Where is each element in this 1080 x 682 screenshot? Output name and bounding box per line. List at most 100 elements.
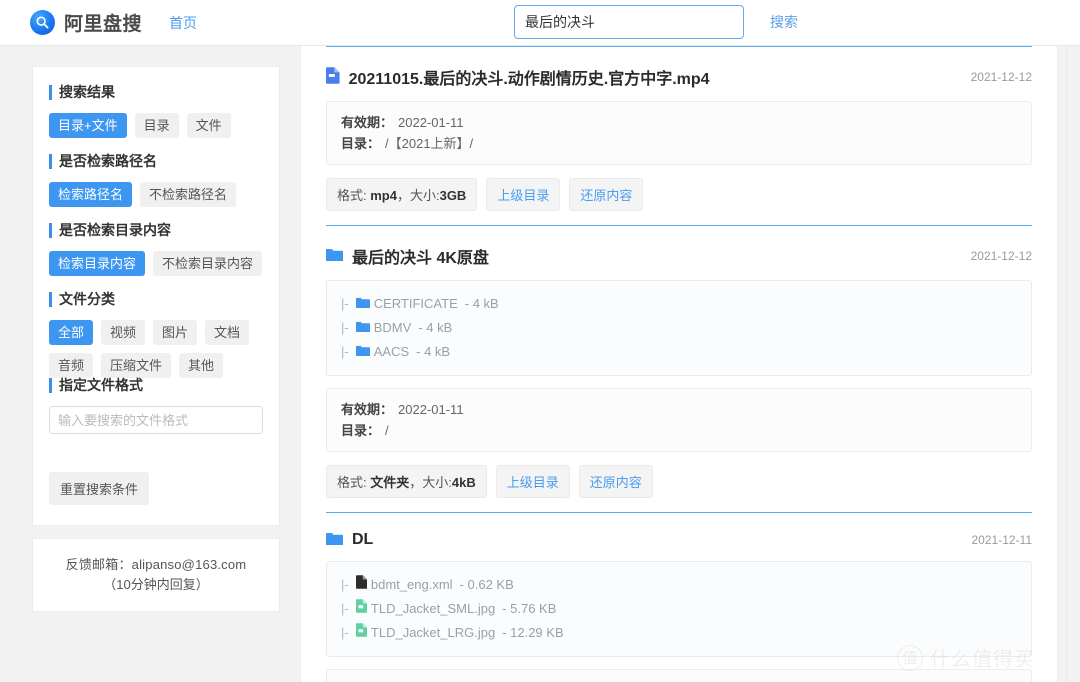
filter-chip[interactable]: 音频 [49, 353, 94, 378]
parent-directory-button[interactable]: 上级目录 [495, 465, 570, 498]
folder-icon [355, 316, 370, 340]
result-title[interactable]: 最后的决斗 4K原盘 [352, 244, 957, 268]
expiry-value: 2022-01-11 [398, 402, 464, 417]
tree-item-name: AACS [373, 344, 410, 359]
expiry-value: 2022-01-11 [398, 115, 464, 130]
tree-item-size: - 0.62 KB [459, 577, 514, 592]
result-header: 20211015.最后的决斗.动作剧情历史.官方中字.mp4 2021-12-12 [326, 65, 1032, 89]
brand-name: 阿里盘搜 [64, 14, 143, 35]
filter-chip[interactable]: 文档 [205, 320, 250, 345]
expiry-label: 有效期： [341, 402, 394, 417]
tree-item-size: - 12.29 KB [502, 625, 564, 640]
group-title: 搜索结果 [49, 85, 263, 100]
result-date: 2021-12-12 [970, 70, 1032, 84]
filter-chip-row: 目录+文件 目录 文件 [49, 113, 263, 138]
tree-item-name: TLD_Jacket_LRG.jpg [370, 625, 496, 640]
tree-item-size: - 5.76 KB [502, 601, 557, 616]
filter-sidebar: 搜索结果 目录+文件 目录 文件 是否检索路径名 检索路径名 不检索路径名 是否检索目录内容检… [32, 66, 280, 682]
filter-chip[interactable]: 检索路径名 [49, 182, 133, 207]
nav-home-link[interactable]: 首页 [169, 13, 197, 33]
jpg-file-icon [355, 597, 367, 621]
size-value: 3GB [439, 188, 467, 203]
feedback-card: 反馈邮箱：alipanso@163.com （10分钟内回复） [32, 538, 280, 612]
result-date: 2021-12-11 [971, 533, 1033, 547]
group-title: 文件分类 [49, 292, 263, 307]
filter-groups: 搜索结果 目录+文件 目录 文件 是否检索路径名 检索路径名 不检索路径名 是否检索目录内容检… [49, 85, 263, 378]
tree-branch-glyph: |- [341, 296, 349, 311]
brand: 阿里盘搜 首页 [30, 9, 197, 36]
restore-content-button[interactable]: 还原内容 [578, 465, 653, 498]
result-actions: 格式: mp4，大小:3GB 上级目录 还原内容 [326, 178, 1032, 211]
tree-item: |- TLD_Jacket_LRG.jpg - 12.29 KB [341, 621, 1017, 645]
filter-chip-row: 全部 视频 图片 文档音频 压缩文件 其他 [49, 320, 263, 378]
result-header: 最后的决斗 4K原盘 2021-12-12 [326, 244, 1032, 268]
filter-chip[interactable]: 压缩文件 [101, 353, 172, 378]
folder-icon [355, 292, 370, 316]
filter-chip[interactable]: 不检索目录内容 [153, 251, 263, 276]
filter-group: 是否检索目录内容检索目录内容 不检索目录内容 [49, 223, 263, 276]
tree-item: |- AACS - 4 kB [341, 340, 1017, 364]
format-value: 文件夹 [370, 475, 410, 490]
result-header: DL 2021-12-11 [326, 531, 1032, 549]
tree-item-size: - 4 kB [418, 320, 453, 335]
tree-item: |- TLD_Jacket_SML.jpg - 5.76 KB [341, 597, 1017, 621]
filter-chip[interactable]: 检索目录内容 [49, 251, 146, 276]
expiry-label: 有效期： [341, 115, 394, 130]
jpg-file-icon [355, 621, 367, 645]
path-line: 目录： /【2021上新】/ [341, 133, 1017, 154]
path-label: 目录： [341, 136, 381, 151]
tree-branch-glyph: |- [341, 320, 349, 335]
tree-branch-glyph: |- [341, 577, 349, 592]
filter-chip[interactable]: 其他 [179, 353, 224, 378]
app-header: 阿里盘搜 首页 搜索 [0, 0, 1080, 46]
tree-item: |- bdmt_eng.xml - 0.62 KB [341, 573, 1017, 597]
filter-card: 搜索结果 目录+文件 目录 文件 是否检索路径名 检索路径名 不检索路径名 是否检索目录内容检… [32, 66, 280, 526]
tree-item-name: BDMV [373, 320, 412, 335]
expiry-line: 有效期： 2022-01-11 [341, 399, 1017, 420]
feedback-email: 反馈邮箱：alipanso@163.com [65, 557, 247, 572]
filter-chip[interactable]: 文件 [186, 113, 231, 138]
filter-chip[interactable]: 不检索路径名 [140, 182, 237, 207]
parent-directory-button[interactable]: 上级目录 [486, 178, 561, 211]
page-scrollbar[interactable] [1066, 46, 1080, 682]
group-title: 是否检索目录内容 [49, 223, 263, 238]
result-actions: 格式: 文件夹，大小:4kB 上级目录 还原内容 [326, 465, 1032, 498]
format-size-badge: 格式: mp4，大小:3GB [326, 178, 478, 211]
tree-branch-glyph: |- [341, 625, 349, 640]
filter-chip[interactable]: 视频 [101, 320, 146, 345]
search-input[interactable] [514, 5, 744, 39]
search-result-item: DL 2021-12-11 |- bdmt_eng.xml - 0.62 KB |- TLD… [326, 513, 1032, 682]
path-value: /【2021上新】/ [385, 136, 474, 151]
restore-content-button[interactable]: 还原内容 [569, 178, 644, 211]
results-list: 20211015.最后的决斗.动作剧情历史.官方中字.mp4 2021-12-12… [301, 46, 1057, 682]
group-title-file-format: 指定文件格式 [49, 378, 263, 393]
result-title[interactable]: DL [352, 531, 958, 549]
tree-item-name: bdmt_eng.xml [370, 577, 453, 592]
tree-item: |- CERTIFICATE - 4 kB [341, 292, 1017, 316]
filter-chip[interactable]: 图片 [153, 320, 198, 345]
file-format-input[interactable] [49, 406, 263, 434]
result-title[interactable]: 20211015.最后的决斗.动作剧情历史.官方中字.mp4 [349, 65, 957, 89]
tree-item-name: TLD_Jacket_SML.jpg [370, 601, 496, 616]
path-value: / [385, 423, 389, 438]
filter-chip[interactable]: 目录+文件 [49, 113, 127, 138]
filter-group: 搜索结果目录+文件 目录 文件 [49, 85, 263, 138]
tree-item-name: CERTIFICATE [373, 296, 458, 311]
folder-content-tree: |- CERTIFICATE - 4 kB |- BDMV - 4 kB |- AACS - 4… [326, 280, 1032, 376]
search-button[interactable]: 搜索 [770, 12, 798, 32]
filter-group: 是否检索路径名 检索路径名 不检索路径名 [49, 154, 263, 207]
tree-item: |- BDMV - 4 kB [341, 316, 1017, 340]
size-prefix: ，大小: [396, 188, 440, 203]
tree-branch-glyph: |- [341, 344, 349, 359]
mp4-file-icon [326, 67, 340, 87]
filter-chip[interactable]: 全部 [49, 320, 94, 345]
filter-chip[interactable]: 目录 [134, 113, 179, 138]
search-result-item: 20211015.最后的决斗.动作剧情历史.官方中字.mp4 2021-12-12… [326, 47, 1032, 225]
format-prefix: 格式: [337, 475, 371, 490]
tree-item-size: - 4 kB [416, 344, 451, 359]
result-meta: 有效期：2022-01-11目录：/最后的决斗 4K原盘/BDMV/META/ [326, 669, 1032, 682]
folder-icon [355, 340, 370, 364]
size-prefix: ，大小: [409, 475, 452, 490]
reset-filters-button[interactable]: 重置搜索条件 [49, 472, 150, 505]
path-label: 目录： [341, 423, 381, 438]
